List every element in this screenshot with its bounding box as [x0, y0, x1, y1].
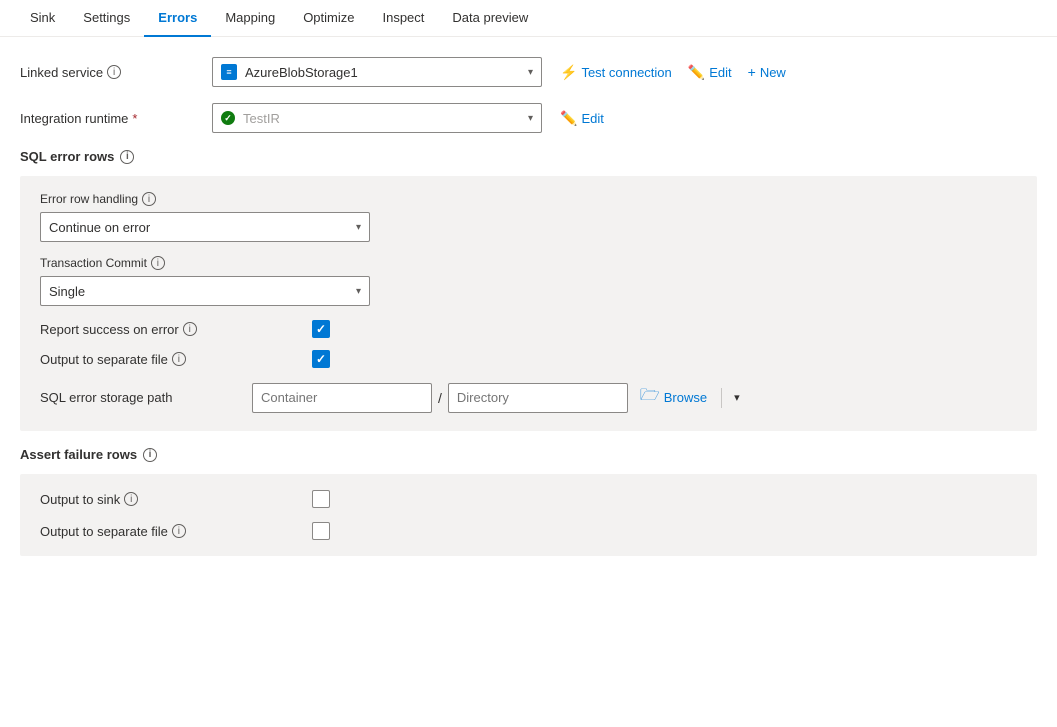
transaction-commit-info-icon[interactable]: i	[151, 256, 165, 270]
assert-output-separate-file-row: Output to separate file i	[40, 522, 1017, 540]
integration-runtime-chevron-icon: ▾	[528, 113, 533, 124]
browse-button[interactable]: 🗁 Browse	[634, 380, 713, 415]
test-connection-button[interactable]: ⚡ Test connection	[554, 60, 678, 85]
output-separate-file-row: Output to separate file i	[40, 350, 1017, 368]
report-success-label: Report success on error i	[40, 322, 300, 337]
linked-service-info-icon[interactable]: i	[107, 65, 121, 79]
sql-error-rows-box: Error row handling i Continue on error ▾…	[20, 176, 1037, 431]
new-linked-service-button[interactable]: + New	[742, 60, 792, 84]
edit-linked-service-button[interactable]: ✏️ Edit	[682, 60, 738, 85]
output-to-sink-label: Output to sink i	[40, 492, 300, 507]
runtime-status-icon	[221, 111, 235, 125]
browse-separator	[721, 388, 722, 408]
error-row-handling-dropdown[interactable]: Continue on error ▾	[40, 212, 370, 242]
integration-runtime-label: Integration runtime *	[20, 111, 200, 126]
edit-pencil-icon: ✏️	[688, 64, 705, 81]
integration-runtime-dropdown[interactable]: TestIR ▾	[212, 103, 542, 133]
assert-failure-title: Assert failure rows i	[20, 447, 1037, 462]
sql-error-storage-path-row: SQL error storage path / 🗁 Browse ▾	[40, 380, 1017, 415]
tab-data-preview[interactable]: Data preview	[438, 0, 542, 37]
report-success-info-icon[interactable]: i	[183, 322, 197, 336]
sql-error-rows-title: SQL error rows i	[20, 149, 1037, 164]
error-row-handling-chevron-icon: ▾	[356, 222, 361, 233]
linked-service-chevron-icon: ▾	[528, 67, 533, 78]
tab-sink[interactable]: Sink	[16, 0, 69, 37]
transaction-commit-group: Transaction Commit i Single ▾	[40, 256, 1017, 306]
error-row-handling-group: Error row handling i Continue on error ▾	[40, 192, 1017, 242]
linked-service-actions: ⚡ Test connection ✏️ Edit + New	[554, 60, 792, 85]
error-row-handling-label: Error row handling i	[40, 192, 1017, 206]
assert-output-separate-file-checkbox[interactable]	[312, 522, 330, 540]
transaction-commit-chevron-icon: ▾	[356, 286, 361, 297]
folder-icon: 🗁	[640, 384, 660, 411]
path-separator: /	[438, 390, 442, 406]
report-success-row: Report success on error i	[40, 320, 1017, 338]
report-success-checkbox[interactable]	[312, 320, 330, 338]
error-row-handling-info-icon[interactable]: i	[142, 192, 156, 206]
tab-mapping[interactable]: Mapping	[211, 0, 289, 37]
tab-errors[interactable]: Errors	[144, 0, 211, 37]
linked-service-label: Linked service i	[20, 65, 200, 80]
directory-input[interactable]	[448, 383, 628, 413]
output-separate-file-checkbox[interactable]	[312, 350, 330, 368]
blob-storage-icon: ≡	[221, 64, 237, 80]
sql-error-rows-info-icon[interactable]: i	[120, 150, 134, 164]
tab-bar: Sink Settings Errors Mapping Optimize In…	[0, 0, 1057, 37]
output-separate-file-label: Output to separate file i	[40, 352, 300, 367]
integration-runtime-row: Integration runtime * TestIR ▾ ✏️ Edit	[20, 103, 1037, 133]
storage-path-group: / 🗁 Browse ▾	[252, 380, 744, 415]
output-to-sink-checkbox[interactable]	[312, 490, 330, 508]
edit-runtime-button[interactable]: ✏️ Edit	[554, 106, 610, 131]
plus-icon: +	[748, 64, 756, 80]
assert-failure-info-icon[interactable]: i	[143, 448, 157, 462]
main-content: Linked service i ≡ AzureBlobStorage1 ▾ ⚡…	[0, 37, 1057, 592]
assert-output-separate-file-label: Output to separate file i	[40, 524, 300, 539]
output-separate-file-info-icon[interactable]: i	[172, 352, 186, 366]
sql-error-storage-path-label: SQL error storage path	[40, 390, 240, 405]
linked-service-dropdown[interactable]: ≡ AzureBlobStorage1 ▾	[212, 57, 542, 87]
output-to-sink-row: Output to sink i	[40, 490, 1017, 508]
tab-inspect[interactable]: Inspect	[368, 0, 438, 37]
transaction-commit-dropdown[interactable]: Single ▾	[40, 276, 370, 306]
assert-output-separate-file-info-icon[interactable]: i	[172, 524, 186, 538]
storage-path-chevron-icon[interactable]: ▾	[730, 387, 744, 408]
transaction-commit-label: Transaction Commit i	[40, 256, 1017, 270]
output-to-sink-info-icon[interactable]: i	[124, 492, 138, 506]
assert-failure-box: Output to sink i Output to separate file…	[20, 474, 1037, 556]
edit-runtime-icon: ✏️	[560, 110, 577, 127]
tab-settings[interactable]: Settings	[69, 0, 144, 37]
tab-optimize[interactable]: Optimize	[289, 0, 368, 37]
assert-failure-section: Assert failure rows i Output to sink i O…	[20, 447, 1037, 556]
container-input[interactable]	[252, 383, 432, 413]
linked-service-row: Linked service i ≡ AzureBlobStorage1 ▾ ⚡…	[20, 57, 1037, 87]
test-connection-icon: ⚡	[560, 64, 577, 81]
